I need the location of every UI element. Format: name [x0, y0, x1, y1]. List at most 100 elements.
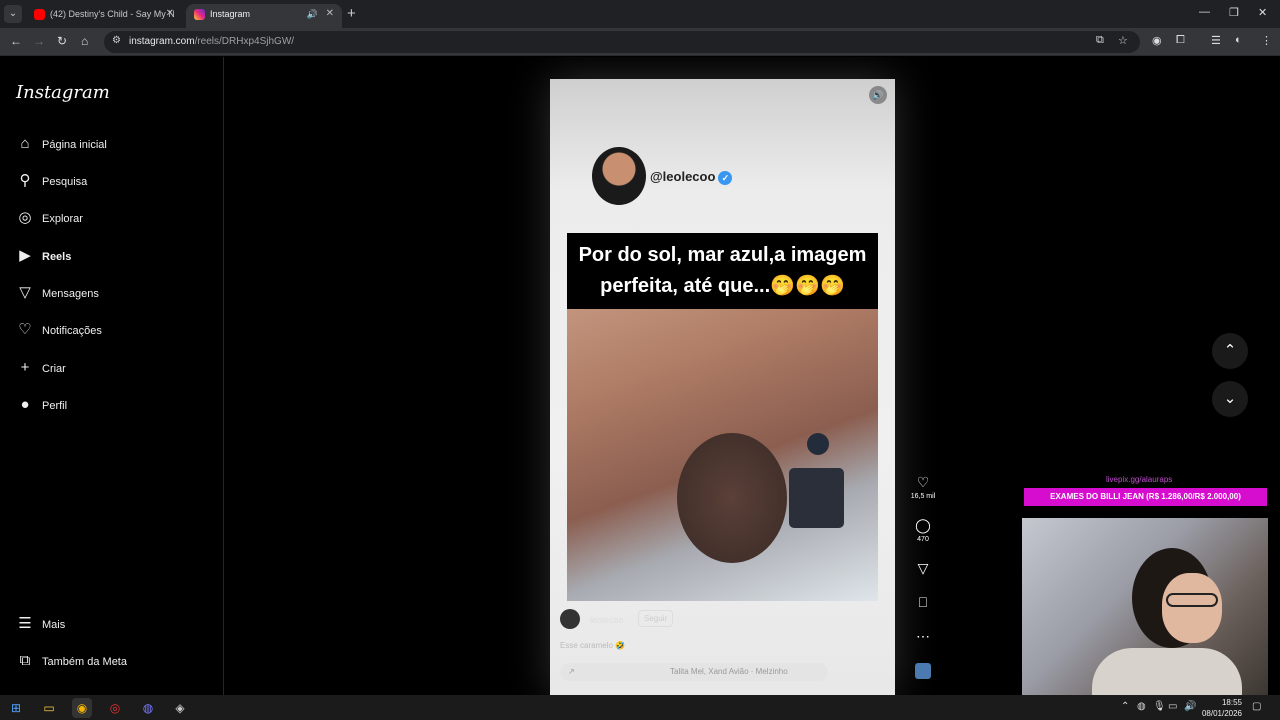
sidebar-item-home[interactable]: ⌂ Página inicial [16, 133, 206, 157]
instagram-icon [194, 9, 205, 20]
system-clock[interactable]: 18:55 08/01/2026 [1202, 697, 1242, 719]
profile-avatar: ● [20, 396, 30, 413]
previous-reel-button[interactable]: ⌃ [1212, 333, 1248, 369]
sidebar-item-notifications[interactable]: ♡ Notificações [16, 319, 206, 343]
compass-icon: ◎ [18, 209, 32, 226]
microphone-icon[interactable]: 🎙 [1153, 701, 1166, 712]
heart-icon: ♡ [18, 321, 32, 338]
instagram-logo[interactable]: Instagram [16, 82, 110, 103]
sidebar-item-messages[interactable]: ▽ Mensagens [16, 282, 206, 306]
sidebar-item-search[interactable]: ⚲ Pesquisa [16, 170, 206, 194]
comment-button[interactable]: ◯ 470 [908, 517, 938, 543]
chevron-down-icon: ⌄ [1223, 390, 1237, 407]
chrome-icon[interactable]: ◉ [72, 698, 92, 718]
arrow-icon: ↗ [568, 667, 575, 676]
back-button[interactable]: ← [10, 34, 22, 48]
minimize-button[interactable]: — [1199, 6, 1210, 18]
media-controls-icon[interactable]: ☰ [1211, 34, 1221, 47]
sidebar-item-reels[interactable]: ▶ Reels [16, 245, 206, 269]
audio-cover-icon [915, 663, 931, 679]
close-icon[interactable]: ✕ [166, 4, 174, 24]
volume-icon[interactable]: 🔊 [869, 86, 887, 104]
save-button[interactable]: ⎕ [908, 594, 938, 610]
reload-button[interactable]: ↻ [57, 34, 67, 48]
tab-title: (42) Destiny's Child - Say My N [50, 9, 175, 19]
extension-icon[interactable]: ◉ [1152, 34, 1162, 47]
address-bar[interactable]: ⚙ instagram.com/reels/DRHxp4SjhGW/ [104, 31, 1140, 53]
file-explorer-icon[interactable]: ▭ [39, 698, 59, 718]
tab-search-button[interactable]: ⌄ [4, 5, 22, 23]
audio-thumbnail[interactable] [908, 663, 938, 684]
url-text[interactable]: instagram.com/reels/DRHxp4SjhGW/ [129, 36, 294, 47]
video-caption: Por do sol, mar azul,a imagem perfeita, … [567, 233, 878, 309]
glasses-shape [1166, 593, 1218, 607]
sidebar-item-label: Mais [42, 619, 66, 631]
sidebar-item-label: Pesquisa [42, 176, 88, 188]
dog-nose-image [677, 433, 787, 563]
discord-tray-icon[interactable]: ◍ [1137, 701, 1146, 712]
donation-link: livepix.gg/alauraps [1106, 475, 1173, 484]
avatar[interactable] [560, 609, 580, 629]
app-icon[interactable]: ◈ [170, 698, 190, 718]
chevron-up-icon: ⌃ [1223, 342, 1237, 359]
network-icon[interactable]: ▭ [1168, 701, 1177, 712]
menu-kebab-icon[interactable]: ⋮ [1261, 34, 1272, 47]
sidebar-item-profile[interactable]: ● Perfil [16, 394, 206, 418]
meta-icon: ⧉ [19, 652, 31, 669]
bookmark-star-icon[interactable]: ☆ [1118, 34, 1128, 47]
audio-title: Talita Mel, Xand Avião · Melzinho [670, 667, 788, 676]
sidebar-item-explore[interactable]: ◎ Explorar [16, 207, 206, 231]
discord-icon[interactable]: ◍ [138, 698, 158, 718]
streamer-webcam [1022, 518, 1268, 700]
tab-instagram[interactable]: Instagram 🔊 ✕ [186, 4, 342, 28]
sidebar-item-more[interactable]: ☰ Mais [16, 613, 206, 637]
shirt-shape [1092, 648, 1242, 700]
hamburger-icon: ☰ [18, 615, 32, 632]
extensions-puzzle-icon[interactable]: ⧠ [1176, 34, 1185, 47]
tab-title: Instagram [210, 9, 251, 19]
reel-video-frame: Por do sol, mar azul,a imagem perfeita, … [567, 233, 878, 601]
beach-chair-image [789, 468, 844, 528]
sidebar-item-label: Também da Meta [42, 656, 127, 668]
clock-time: 18:55 [1221, 698, 1242, 707]
notifications-icon[interactable]: ▢ [1252, 701, 1261, 712]
reel-video-player[interactable]: 🔊 @leolecoo ✓ Por do sol, mar azul,a imag… [550, 79, 895, 695]
new-tab-button[interactable]: + [347, 5, 356, 22]
reels-icon: ▶ [19, 247, 31, 264]
home-button[interactable]: ⌂ [81, 34, 88, 48]
forward-button[interactable]: → [33, 34, 45, 48]
close-icon[interactable]: ✕ [326, 4, 334, 24]
reel-username[interactable]: leolecoo [590, 615, 624, 625]
share-button[interactable]: ▽ [908, 560, 938, 576]
creator-avatar [592, 147, 646, 205]
more-options-button[interactable]: ⋯ [908, 628, 938, 644]
search-icon: ⚲ [19, 172, 31, 189]
sidebar-item-also-from-meta[interactable]: ⧉ Também da Meta [16, 650, 206, 674]
creator-handle: @leolecoo ✓ [650, 169, 733, 185]
instagram-sidebar: Instagram ⌂ Página inicial ⚲ Pesquisa ◎ … [0, 57, 224, 695]
tray-chevron-up-icon[interactable]: ⌃ [1121, 701, 1129, 712]
sidebar-item-label: Notificações [42, 325, 102, 337]
tab-youtube[interactable]: (42) Destiny's Child - Say My N ✕ [26, 4, 182, 28]
clock-date: 08/01/2026 [1201, 709, 1242, 718]
close-window-button[interactable]: ✕ [1258, 6, 1267, 19]
profile-avatar[interactable]: ◐ [1235, 34, 1242, 46]
site-info-icon[interactable]: ⚙ [112, 35, 121, 46]
restore-button[interactable]: ❐ [1229, 6, 1239, 19]
follow-button[interactable]: Seguir [638, 610, 674, 627]
sidebar-item-label: Explorar [42, 213, 83, 225]
audio-bar[interactable]: ↗ Talita Mel, Xand Avião · Melzinho [560, 663, 828, 681]
next-reel-button[interactable]: ⌄ [1212, 381, 1248, 417]
address-toolbar: ← → ↻ ⌂ ⚙ instagram.com/reels/DRHxp4SjhG… [0, 28, 1280, 56]
windows-start-icon[interactable]: ⊞ [6, 698, 26, 718]
sidebar-item-create[interactable]: + Criar [16, 357, 206, 381]
caption-line-1: Por do sol, mar azul,a imagem [578, 244, 867, 266]
more-icon: ⋯ [916, 628, 930, 644]
install-app-icon[interactable]: ⧉ [1096, 34, 1104, 47]
reel-description[interactable]: Esse caramelo 🤣 [560, 641, 625, 650]
speaker-icon[interactable]: 🔊 [1184, 701, 1196, 712]
send-icon: ▽ [917, 560, 929, 576]
speaker-icon[interactable]: 🔊 [307, 4, 318, 24]
obs-icon[interactable]: ◎ [105, 698, 125, 718]
like-button[interactable]: ♡ 16,5 mil [908, 474, 938, 500]
